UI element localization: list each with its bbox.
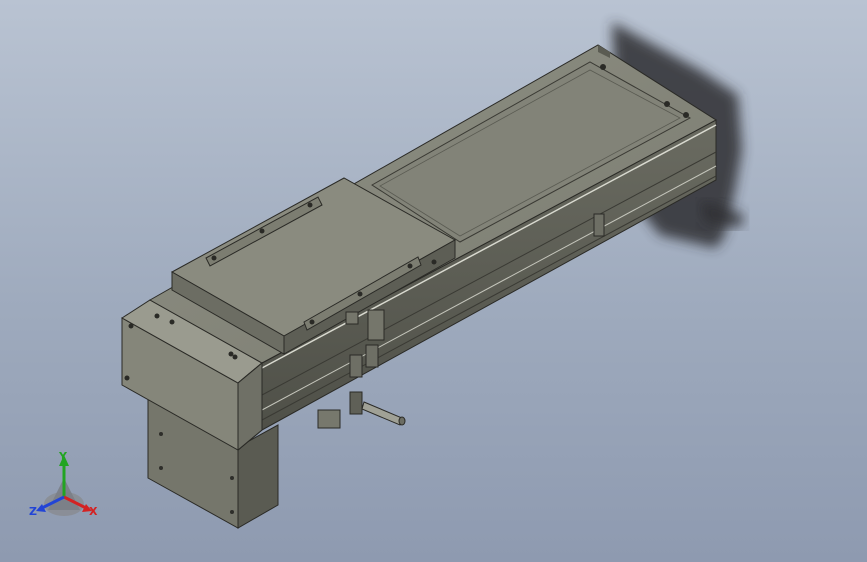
cad-model[interactable] <box>0 0 867 562</box>
drive-shaft[interactable] <box>317 391 406 429</box>
sensor-bracket-2[interactable] <box>593 213 605 237</box>
3d-graphics-viewport[interactable]: Y X Z <box>0 0 867 562</box>
